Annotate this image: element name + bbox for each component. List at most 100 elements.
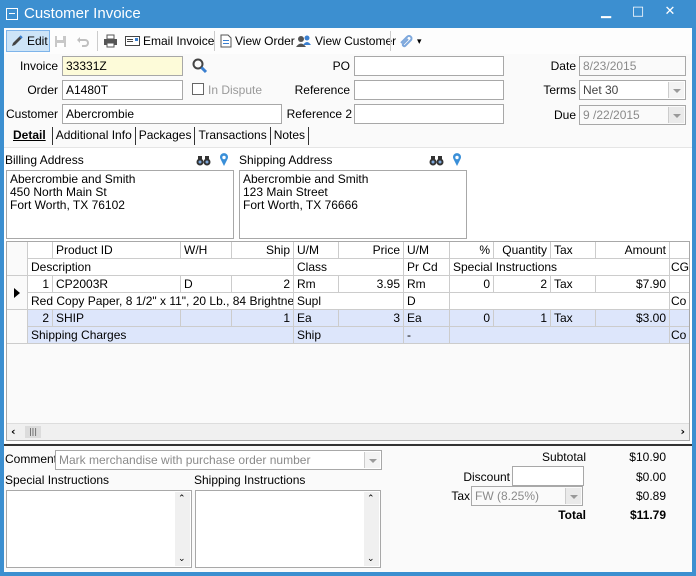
cell-pct[interactable]: 0 xyxy=(450,276,494,293)
cell-um2[interactable]: Ea xyxy=(404,310,450,327)
col-header-cg[interactable]: CG xyxy=(670,259,689,276)
print-button[interactable] xyxy=(103,30,118,52)
col-header-ship[interactable]: Ship xyxy=(232,242,294,259)
scroll-down-icon[interactable]: ⌄ xyxy=(367,554,375,564)
col-header-product-id[interactable]: Product ID xyxy=(53,242,181,259)
email-invoice-button[interactable]: Email Invoice xyxy=(125,30,214,52)
cell-tax[interactable]: Tax xyxy=(551,310,596,327)
cell-price[interactable]: 3.95 xyxy=(339,276,404,293)
order-field[interactable]: A1480T xyxy=(62,80,183,100)
view-order-button[interactable]: View Order xyxy=(220,30,295,52)
comment-field[interactable]: Mark merchandise with purchase order num… xyxy=(55,450,382,470)
cell-product-id[interactable]: CP2003R xyxy=(53,276,181,293)
cell-wh[interactable]: D xyxy=(181,276,232,293)
cell-amount[interactable]: $3.00 xyxy=(596,310,670,327)
in-dispute-checkbox[interactable] xyxy=(192,83,204,95)
scroll-up-icon[interactable]: ⌃ xyxy=(367,494,375,504)
minimize-button[interactable]: ▁ xyxy=(594,4,618,22)
cell-special-instructions[interactable] xyxy=(450,327,670,344)
col-header-um2[interactable]: U/M xyxy=(404,242,450,259)
invoice-field[interactable]: 33331Z xyxy=(62,56,183,76)
special-instructions-textarea[interactable]: ⌃ ⌄ xyxy=(6,490,192,568)
cell-pr-cd[interactable]: - xyxy=(404,327,450,344)
binoculars-icon[interactable] xyxy=(196,155,211,166)
customer-field[interactable]: Abercrombie xyxy=(62,104,282,124)
cell-um[interactable]: Rm xyxy=(294,276,339,293)
map-pin-icon[interactable] xyxy=(452,153,462,167)
reference-field[interactable] xyxy=(354,80,504,100)
scroll-down-icon[interactable]: ⌄ xyxy=(178,554,186,564)
col-header-tax[interactable]: Tax xyxy=(551,242,596,259)
cell-quantity[interactable]: 2 xyxy=(494,276,551,293)
attachments-button[interactable]: ▾ xyxy=(398,30,422,52)
cell-amount[interactable]: $7.90 xyxy=(596,276,670,293)
maximize-button[interactable]: □ xyxy=(626,4,650,22)
scroll-thumb[interactable]: ||| xyxy=(25,426,41,438)
cell-pr-cd[interactable]: D xyxy=(404,293,450,310)
scroll-left-icon[interactable]: ‹ xyxy=(11,425,16,438)
shipping-instructions-textarea[interactable]: ⌃ ⌄ xyxy=(195,490,381,568)
billing-address-box[interactable]: Abercrombie and Smith 450 North Main St … xyxy=(6,170,234,239)
cell-product-id[interactable]: SHIP xyxy=(53,310,181,327)
cell-wh[interactable] xyxy=(181,310,232,327)
tax-dropdown-button[interactable] xyxy=(565,488,581,504)
shipping-address-box[interactable]: Abercrombie and Smith 123 Main Street Fo… xyxy=(239,170,467,239)
col-header-wh[interactable]: W/H xyxy=(181,242,232,259)
comment-dropdown-button[interactable] xyxy=(364,452,380,468)
view-customer-button[interactable]: View Customer xyxy=(296,30,396,52)
cell-line[interactable]: 2 xyxy=(28,310,53,327)
search-icon[interactable] xyxy=(192,58,208,74)
date-field[interactable]: 8/23/2015 xyxy=(579,56,686,76)
close-button[interactable]: ✕ xyxy=(658,4,682,22)
reference2-field[interactable] xyxy=(354,104,504,124)
col-header-um[interactable]: U/M xyxy=(294,242,339,259)
col-header-pr-cd[interactable]: Pr Cd xyxy=(404,259,450,276)
col-header-special-instructions[interactable]: Special Instructions xyxy=(450,259,670,276)
map-pin-icon[interactable] xyxy=(219,153,229,167)
discount-field[interactable] xyxy=(512,466,584,486)
tab-transactions[interactable]: Transactions xyxy=(195,127,271,145)
cell-ship[interactable]: 1 xyxy=(232,310,294,327)
cell-pct[interactable]: 0 xyxy=(450,310,494,327)
tab-detail[interactable]: Detail xyxy=(10,127,52,145)
cell-cg[interactable]: Co xyxy=(670,293,689,310)
cell-ship[interactable]: 2 xyxy=(232,276,294,293)
due-date-picker[interactable]: 9 /22/2015 xyxy=(579,105,686,125)
cell-special-instructions[interactable] xyxy=(450,293,670,310)
cell-tax[interactable]: Tax xyxy=(551,276,596,293)
cell-quantity[interactable]: 1 xyxy=(494,310,551,327)
row-selector[interactable] xyxy=(7,310,28,344)
po-field[interactable] xyxy=(354,56,504,76)
col-header-pct[interactable]: % xyxy=(450,242,494,259)
vertical-scrollbar[interactable]: ⌃ ⌄ xyxy=(364,492,379,566)
tab-packages[interactable]: Packages xyxy=(136,127,196,145)
tab-additional-info[interactable]: Additional Info xyxy=(51,127,136,145)
tab-notes[interactable]: Notes xyxy=(271,127,310,145)
cell-cg[interactable]: Co xyxy=(670,327,689,344)
col-header-description[interactable]: Description xyxy=(28,259,294,276)
cell-um[interactable]: Ea xyxy=(294,310,339,327)
terms-select[interactable]: Net 30 xyxy=(579,80,686,100)
scroll-right-icon[interactable]: › xyxy=(680,425,685,438)
cell-class[interactable]: Ship xyxy=(294,327,404,344)
col-header-quantity[interactable]: Quantity xyxy=(494,242,551,259)
edit-button[interactable]: Edit xyxy=(6,30,50,52)
cell-line[interactable]: 1 xyxy=(28,276,53,293)
col-header-class[interactable]: Class xyxy=(294,259,404,276)
row-selector[interactable] xyxy=(7,276,28,310)
cell-price[interactable]: 3 xyxy=(339,310,404,327)
col-header-amount[interactable]: Amount xyxy=(596,242,670,259)
save-button[interactable] xyxy=(54,30,67,52)
col-header-line[interactable] xyxy=(28,242,53,259)
terms-dropdown-button[interactable] xyxy=(668,82,684,98)
vertical-scrollbar[interactable]: ⌃ ⌄ xyxy=(175,492,190,566)
undo-button[interactable] xyxy=(76,30,89,52)
due-dropdown-button[interactable] xyxy=(668,107,684,123)
tax-code-select[interactable]: FW (8.25%) xyxy=(471,486,583,506)
cell-description[interactable]: Shipping Charges xyxy=(28,327,294,344)
col-header-price[interactable]: Price xyxy=(339,242,404,259)
scroll-up-icon[interactable]: ⌃ xyxy=(178,494,186,504)
cell-um2[interactable]: Rm xyxy=(404,276,450,293)
binoculars-icon[interactable] xyxy=(429,155,444,166)
horizontal-scrollbar[interactable]: ‹ ||| › xyxy=(7,423,689,440)
